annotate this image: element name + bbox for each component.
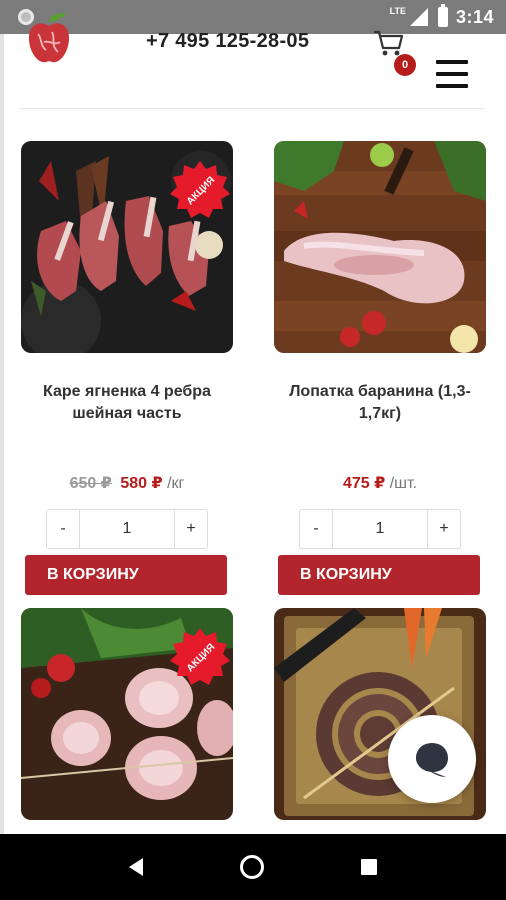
product-image[interactable]: АКЦИЯ	[21, 608, 233, 820]
product-image[interactable]: АКЦИЯ	[21, 141, 233, 353]
status-icons: LTE 3:14	[389, 4, 494, 28]
quantity-decrease-button[interactable]: -	[300, 510, 332, 548]
battery-icon	[437, 4, 448, 27]
quantity-decrease-button[interactable]: -	[47, 510, 79, 548]
product-price: 650 ₽ 580 ₽ /кг	[21, 473, 233, 493]
current-price: 580 ₽	[120, 475, 163, 492]
menu-icon-line	[436, 60, 468, 64]
add-to-cart-button[interactable]: В КОРЗИНУ	[278, 555, 480, 595]
price-unit: /кг	[167, 475, 185, 492]
system-nav-bar	[0, 834, 506, 900]
old-price: 650 ₽	[69, 475, 112, 492]
quantity-value[interactable]: 1	[332, 510, 428, 548]
price-unit: /шт.	[389, 475, 417, 492]
network-type: LTE	[389, 6, 406, 16]
product-name[interactable]: Лопатка баранина (1,3-1,7кг)	[274, 381, 486, 425]
quantity-value[interactable]: 1	[79, 510, 175, 548]
chat-button[interactable]	[388, 715, 476, 803]
quantity-increase-button[interactable]: +	[175, 510, 207, 548]
logo-icon[interactable]	[26, 12, 72, 66]
back-icon[interactable]	[128, 858, 143, 876]
quantity-stepper: - 1 +	[299, 509, 461, 549]
current-price: 475 ₽	[342, 475, 386, 492]
quantity-increase-button[interactable]: +	[428, 510, 460, 548]
sale-badge: АКЦИЯ	[170, 628, 230, 685]
product-card: Лопатка баранина (1,3-1,7кг) 475 ₽ /шт. …	[274, 141, 486, 595]
product-card: АКЦИЯ	[21, 608, 233, 820]
menu-icon-line	[436, 72, 468, 76]
sale-badge: АКЦИЯ	[170, 161, 230, 218]
cart-icon[interactable]	[372, 28, 404, 58]
phone-number[interactable]: +7 495 125-28-05	[146, 30, 309, 53]
quantity-stepper: - 1 +	[46, 509, 208, 549]
signal-icon	[409, 8, 428, 26]
header-divider	[20, 108, 484, 109]
add-to-cart-button[interactable]: В КОРЗИНУ	[25, 555, 227, 595]
cart-count-badge[interactable]: 0	[394, 54, 416, 76]
menu-icon-line	[436, 84, 468, 88]
status-bar: LTE 3:14	[0, 0, 506, 34]
product-name[interactable]: Каре ягненка 4 ребра шейная часть	[21, 381, 233, 425]
home-icon[interactable]	[239, 855, 264, 879]
clock: 3:14	[455, 6, 494, 27]
menu-icon[interactable]	[436, 60, 468, 88]
recent-apps-icon[interactable]	[361, 859, 378, 875]
product-card: АКЦИЯ Каре ягненка 4 ребра шейная часть …	[21, 141, 233, 595]
product-image[interactable]	[274, 141, 486, 353]
chat-icon	[416, 743, 448, 777]
page-edge	[0, 34, 4, 834]
product-price: 475 ₽ /шт.	[274, 473, 486, 493]
